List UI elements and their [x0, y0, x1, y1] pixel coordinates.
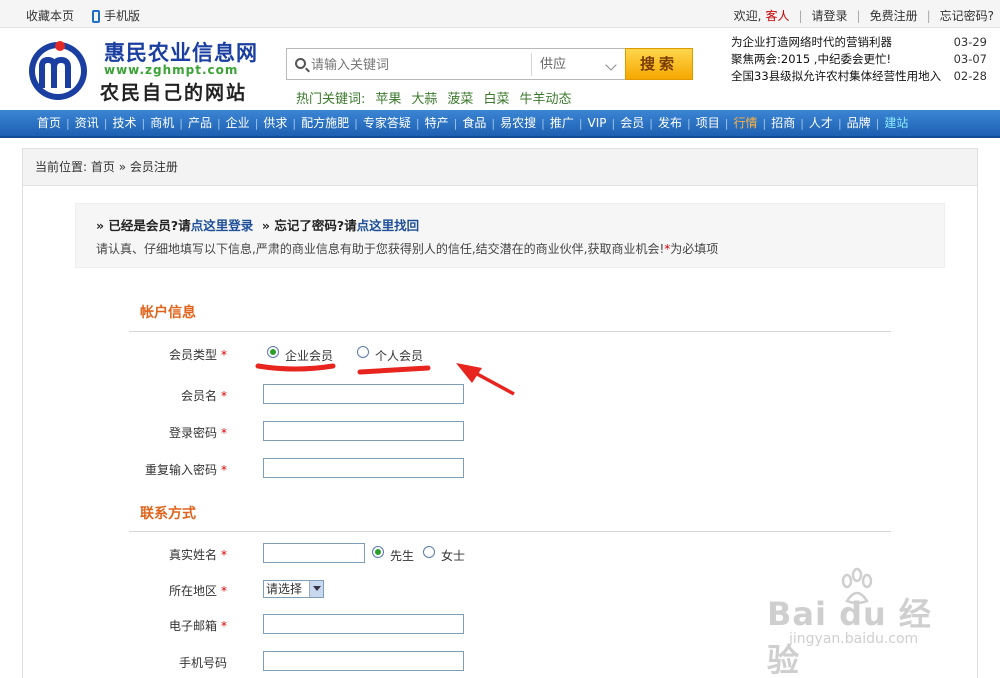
real-name-input[interactable] — [263, 543, 365, 563]
nav-item[interactable]: 建站 — [879, 109, 913, 137]
search-category-select[interactable]: 供应 — [531, 53, 621, 76]
guest-text: 客人 — [765, 9, 790, 23]
breadcrumb-current: 会员注册 — [129, 160, 178, 174]
top-bar: 收藏本页 手机版 欢迎, 客人 | 请登录 | 免费注册 | 忘记密码? — [0, 0, 1000, 28]
nav-item[interactable]: 人才 — [804, 109, 838, 137]
recover-here-link[interactable]: 点这里找回 — [357, 218, 420, 233]
breadcrumb-home-link[interactable]: 首页 — [91, 160, 115, 174]
search-input[interactable] — [311, 55, 526, 75]
member-type-personal-label[interactable]: 个人会员 — [375, 347, 423, 364]
nav-item[interactable]: 会员 — [615, 109, 649, 137]
region-label: 所在地区 * — [168, 584, 227, 598]
notice-box: » 已经是会员?请点这里登录 » 忘记了密码?请点这里找回 请认真、仔细地填写以… — [75, 203, 945, 268]
mobile-label: 手机号码 — [178, 656, 227, 670]
nav-item[interactable]: 产品 — [183, 109, 217, 137]
nav-item[interactable]: 项目 — [691, 109, 725, 137]
nav-item[interactable]: 招商 — [766, 109, 800, 137]
login-here-link[interactable]: 点这里登录 — [191, 218, 254, 233]
nav-item[interactable]: 易农搜 — [495, 109, 541, 137]
contact-section-title: 联系方式 — [140, 506, 196, 522]
nav-item[interactable]: 企业 — [221, 109, 255, 137]
header: 惠民农业信息网 www.zghmpt.com 农民自己的网站 供应 搜索 热门关… — [0, 28, 1000, 110]
favorite-link[interactable]: 收藏本页 — [26, 7, 74, 24]
forgot-password-link[interactable]: 忘记密码? — [940, 7, 994, 24]
password-repeat-label: 重复输入密码 * — [144, 463, 227, 477]
nav-item[interactable]: 推广 — [545, 109, 579, 137]
search-icon — [295, 58, 306, 69]
account-section-title: 帐户信息 — [140, 305, 196, 321]
nav-item[interactable]: VIP — [583, 109, 612, 137]
news-item[interactable]: 聚焦两会:2015 ,中纪委会更忙! 03-07 — [731, 51, 991, 68]
breadcrumb: 当前位置: 首页 » 会员注册 — [23, 149, 977, 186]
gender-ms-label[interactable]: 女士 — [441, 547, 465, 564]
nav-item[interactable]: 行情 — [728, 109, 762, 137]
nav-item[interactable]: 配方施肥 — [296, 109, 354, 137]
news-list: 为企业打造网络时代的营销利器 03-29 聚焦两会:2015 ,中纪委会更忙! 03… — [731, 34, 991, 85]
logo-slogan: 农民自己的网站 — [100, 82, 248, 104]
username-input[interactable] — [263, 384, 464, 404]
chevron-down-icon — [605, 59, 617, 71]
gender-mr-label[interactable]: 先生 — [390, 547, 414, 564]
news-item[interactable]: 全国33县级拟允许农村集体经营性用地入 02-28 — [731, 68, 991, 85]
nav-item[interactable]: 特产 — [420, 109, 454, 137]
region-select[interactable]: 请选择 — [263, 580, 324, 598]
login-link[interactable]: 请登录 — [812, 7, 848, 24]
member-type-company-label[interactable]: 企业会员 — [285, 347, 333, 364]
hot-keywords: 热门关键词: 苹果 大蒜 菠菜 白菜 牛羊动态 — [296, 88, 571, 107]
email-label: 电子邮箱 * — [168, 619, 227, 633]
chevron-down-icon — [309, 581, 323, 597]
search-box: 供应 — [286, 48, 626, 80]
real-name-label: 真实姓名 * — [168, 548, 227, 562]
password-label: 登录密码 * — [168, 426, 227, 440]
nav-item[interactable]: 资讯 — [70, 109, 104, 137]
register-link[interactable]: 免费注册 — [870, 7, 918, 24]
email-input[interactable] — [263, 614, 464, 634]
mobile-input[interactable] — [263, 651, 464, 671]
hot-word-link[interactable]: 苹果 — [375, 88, 401, 107]
search-button[interactable]: 搜索 — [625, 48, 693, 80]
watermark-url: jingyan.baidu.com — [789, 631, 919, 647]
nav-item[interactable]: 发布 — [653, 109, 687, 137]
nav-item[interactable]: 食品 — [457, 109, 491, 137]
member-type-company-radio[interactable] — [267, 346, 279, 358]
nav-item[interactable]: 首页 — [32, 109, 66, 137]
hot-word-link[interactable]: 大蒜 — [411, 88, 437, 107]
site-logo-icon[interactable] — [26, 38, 90, 102]
phone-icon — [92, 10, 101, 23]
hot-word-link[interactable]: 菠菜 — [447, 88, 473, 107]
logo-url: www.zghmpt.com — [104, 63, 239, 77]
main-nav: 首页 | 资讯 | 技术 | 商机 | 产品 | 企业 | 供求 | 配方施肥 | 专家答疑 | 特产 | 食品 | 易农搜… — [0, 110, 1000, 138]
gender-mr-radio[interactable] — [372, 546, 384, 558]
nav-item[interactable]: 技术 — [107, 109, 141, 137]
news-item[interactable]: 为企业打造网络时代的营销利器 03-29 — [731, 34, 991, 51]
nav-item[interactable]: 供求 — [258, 109, 292, 137]
divider — [129, 331, 891, 332]
hot-word-link[interactable]: 白菜 — [483, 88, 509, 107]
nav-item[interactable]: 品牌 — [842, 109, 876, 137]
username-label: 会员名 * — [180, 389, 227, 403]
mobile-version-link[interactable]: 手机版 — [92, 7, 140, 24]
password-repeat-input[interactable] — [263, 458, 464, 478]
gender-ms-radio[interactable] — [423, 546, 435, 558]
nav-item[interactable]: 专家答疑 — [358, 109, 416, 137]
welcome-text: 欢迎, — [733, 9, 762, 23]
member-type-personal-radio[interactable] — [357, 346, 369, 358]
divider — [129, 531, 891, 532]
password-input[interactable] — [263, 421, 464, 441]
hot-word-link[interactable]: 牛羊动态 — [519, 88, 571, 107]
baidu-watermark: Bai du 经验 jingyan.baidu.com — [755, 565, 955, 678]
nav-item[interactable]: 商机 — [145, 109, 179, 137]
member-type-label: 会员类型 * — [168, 348, 227, 362]
notice-description: 请认真、仔细地填写以下信息,严肃的商业信息有助于您获得别人的信任,结交潜在的商业… — [96, 242, 665, 256]
